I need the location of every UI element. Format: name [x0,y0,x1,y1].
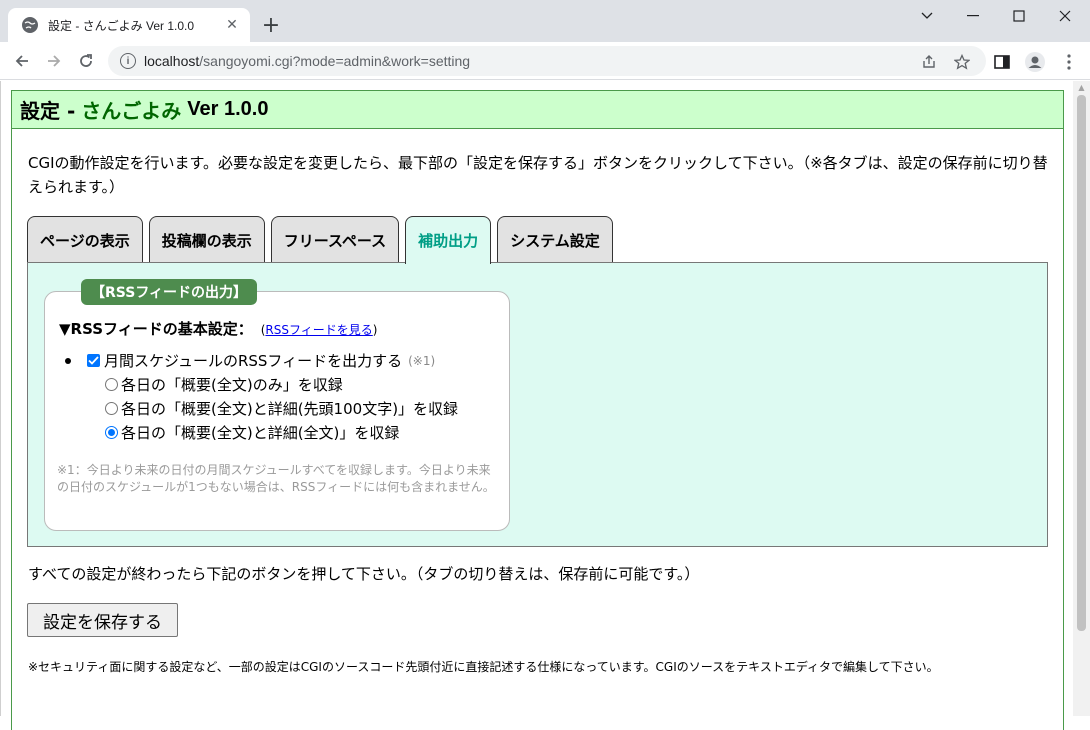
auxiliary-output-panel: 【RSSフィードの出力】 ▼RSSフィードの基本設定： (RSSフィードを見る)… [27,262,1048,547]
rss-output-label: 月間スケジュールのRSSフィードを出力する [104,352,403,370]
radio-button[interactable] [105,378,118,391]
maximize-icon[interactable] [996,0,1042,32]
settings-tabs: ページの表示 投稿欄の表示 フリースペース 補助出力 システム設定 [27,216,619,264]
rss-heading-text: ▼RSSフィードの基本設定： [59,320,253,338]
tab-free-space[interactable]: フリースペース [270,216,400,263]
app-name: さんごよみ [81,99,182,123]
share-icon[interactable] [920,53,938,71]
side-panel-icon[interactable] [991,51,1013,73]
close-window-icon[interactable] [1042,0,1088,32]
rss-fieldset: 【RSSフィードの出力】 ▼RSSフィードの基本設定： (RSSフィードを見る)… [44,279,510,531]
scrollbar-thumb[interactable] [1077,95,1086,631]
radio-label: 各日の「概要(全文)のみ」を収録 [121,376,343,394]
vertical-scrollbar[interactable]: ▲ [1073,81,1090,716]
rss-footnote: ※1：今日より未来の日付の月間スケジュールすべてを収録します。今日より未来の日付… [57,463,495,494]
bookmark-star-icon[interactable] [953,53,971,71]
rss-basic-heading: ▼RSSフィードの基本設定： (RSSフィードを見る) [59,318,377,339]
menu-kebab-icon[interactable] [1058,51,1080,73]
rss-output-note: (※1) [408,353,436,368]
radio-label: 各日の「概要(全文)と詳細(先頭100文字)」を収録 [121,400,459,418]
forward-icon[interactable] [40,47,68,75]
radio-option-summary-only[interactable]: 各日の「概要(全文)のみ」を収録 [105,374,343,395]
page-header: 設定 - さんごよみ Ver 1.0.0 [12,91,1063,129]
radio-option-summary-detail100[interactable]: 各日の「概要(全文)と詳細(先頭100文字)」を収録 [105,398,458,419]
close-tab-icon[interactable]: ✕ [224,17,240,33]
back-icon[interactable] [8,47,36,75]
intro-text: CGIの動作設定を行います。必要な設定を変更したら、最下部の「設定を保存する」ボ… [28,154,1048,196]
profile-icon[interactable] [1024,51,1046,73]
radio-button-selected[interactable] [105,426,118,439]
browser-toolbar: i localhost/sangoyomi.cgi?mode=admin&wor… [0,42,1090,80]
rss-output-option: 月間スケジュールのRSSフィードを出力する (※1) [59,350,435,371]
radio-button[interactable] [105,402,118,415]
rss-output-checkbox[interactable] [87,354,100,367]
site-info-icon[interactable]: i [120,53,136,69]
radio-option-summary-detail-full[interactable]: 各日の「概要(全文)と詳細(全文)」を収録 [105,422,399,443]
save-settings-button[interactable]: 設定を保存する [27,603,178,637]
minimize-icon[interactable] [950,0,996,32]
list-bullet [65,357,71,364]
rss-link-wrap: (RSSフィードを見る) [260,323,378,337]
view-rss-link[interactable]: RSSフィードを見る [265,323,372,337]
browser-tab[interactable]: 設定 - さんごよみ Ver 1.0.0 ✕ [8,8,250,42]
scroll-up-arrow-icon[interactable]: ▲ [1077,84,1086,92]
settings-page: 設定 - さんごよみ Ver 1.0.0 CGIの動作設定を行います。必要な設定… [11,90,1064,730]
browser-tabstrip: 設定 - さんごよみ Ver 1.0.0 ✕ + [0,0,1090,42]
browser-tab-title: 設定 - さんごよみ Ver 1.0.0 [48,18,195,33]
tab-post-form[interactable]: 投稿欄の表示 [148,216,265,263]
tab-page-display[interactable]: ページの表示 [27,216,143,263]
url-text: localhost/sangoyomi.cgi?mode=admin&work=… [144,53,471,69]
tab-auxiliary-output[interactable]: 補助出力 [405,216,492,264]
rss-legend: 【RSSフィードの出力】 [81,279,258,305]
radio-label: 各日の「概要(全文)と詳細(全文)」を収録 [121,424,400,442]
tab-system-settings[interactable]: システム設定 [497,216,613,263]
page-viewport: 設定 - さんごよみ Ver 1.0.0 CGIの動作設定を行います。必要な設定… [0,81,1090,730]
security-note: ※セキュリティ面に関する設定など、一部の設定はCGIのソースコード先頭付近に直接… [28,660,939,674]
reload-icon[interactable] [72,47,100,75]
tab-search-icon[interactable] [904,0,950,32]
page-title: 設定 - [20,99,76,123]
app-version: Ver 1.0.0 [187,98,269,120]
globe-icon [22,17,38,33]
address-bar[interactable]: i localhost/sangoyomi.cgi?mode=admin&wor… [108,46,986,76]
save-instruction: すべての設定が終わったら下記のボタンを押して下さい。（タブの切り替えは、保存前に… [28,565,700,583]
new-tab-button[interactable]: + [258,12,284,38]
